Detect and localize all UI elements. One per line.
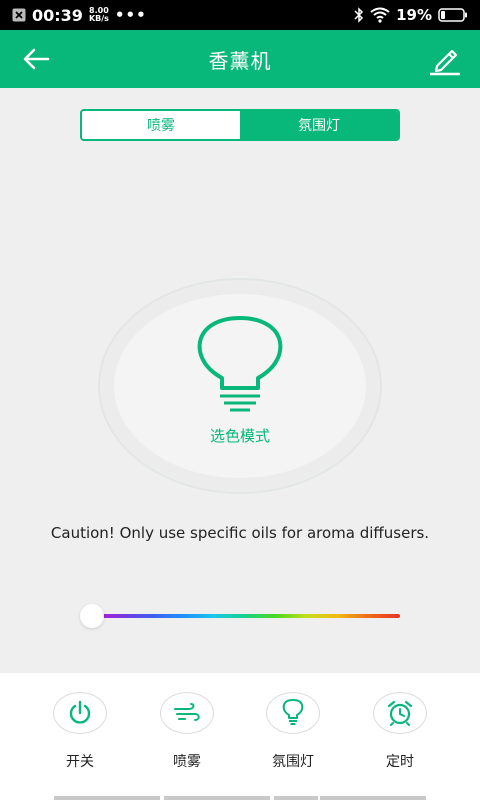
alarm-clock-icon	[387, 700, 413, 726]
timer-button[interactable]	[373, 692, 427, 734]
light-bulb-icon	[197, 316, 283, 412]
mist-icon	[174, 703, 200, 721]
app-bar: 香薰机	[0, 30, 480, 88]
power-icon	[69, 700, 91, 724]
bluetooth-icon	[354, 7, 364, 23]
more-notifications-dots: •••	[114, 6, 147, 24]
light-button[interactable]	[266, 692, 320, 734]
battery-percent: 19%	[396, 6, 432, 24]
arrow-left-icon[interactable]	[20, 45, 52, 73]
tab-light[interactable]: 氛围灯	[253, 692, 333, 782]
notification-close-icon	[12, 8, 26, 22]
bulb-icon	[282, 699, 304, 725]
color-slider-track[interactable]	[90, 614, 400, 618]
pencil-icon[interactable]	[428, 44, 462, 76]
power-button[interactable]	[53, 692, 107, 734]
tab-ambient-light[interactable]: 氛围灯	[240, 111, 398, 139]
color-slider-thumb[interactable]	[80, 604, 104, 628]
tab-mist[interactable]: 喷雾	[147, 692, 227, 782]
net-speed-unit: KB/s	[88, 14, 109, 23]
page-title: 香薰机	[208, 48, 272, 73]
tab-power-label: 开关	[66, 754, 94, 770]
battery-icon	[438, 8, 467, 22]
mist-button[interactable]	[160, 692, 214, 734]
tab-timer-label: 定时	[386, 754, 414, 770]
tab-spray[interactable]: 喷雾	[82, 111, 240, 139]
tab-light-label: 氛围灯	[272, 754, 314, 770]
mode-label: 选色模式	[209, 427, 270, 445]
caution-text: Caution! Only use specific oils for arom…	[50, 524, 430, 542]
status-bar: 00:39 8.00 KB/s ••• 19%	[0, 0, 480, 30]
net-speed: 8.00 KB/s	[89, 7, 109, 23]
tab-mist-label: 喷雾	[173, 754, 201, 770]
tab-power[interactable]: 开关	[40, 692, 120, 782]
wifi-icon	[370, 7, 390, 23]
mode-segmented-control: 喷雾 氛围灯	[80, 109, 400, 141]
tab-timer[interactable]: 定时	[360, 692, 440, 782]
tab-indicator-bars	[0, 796, 480, 800]
status-time: 00:39	[32, 5, 83, 25]
